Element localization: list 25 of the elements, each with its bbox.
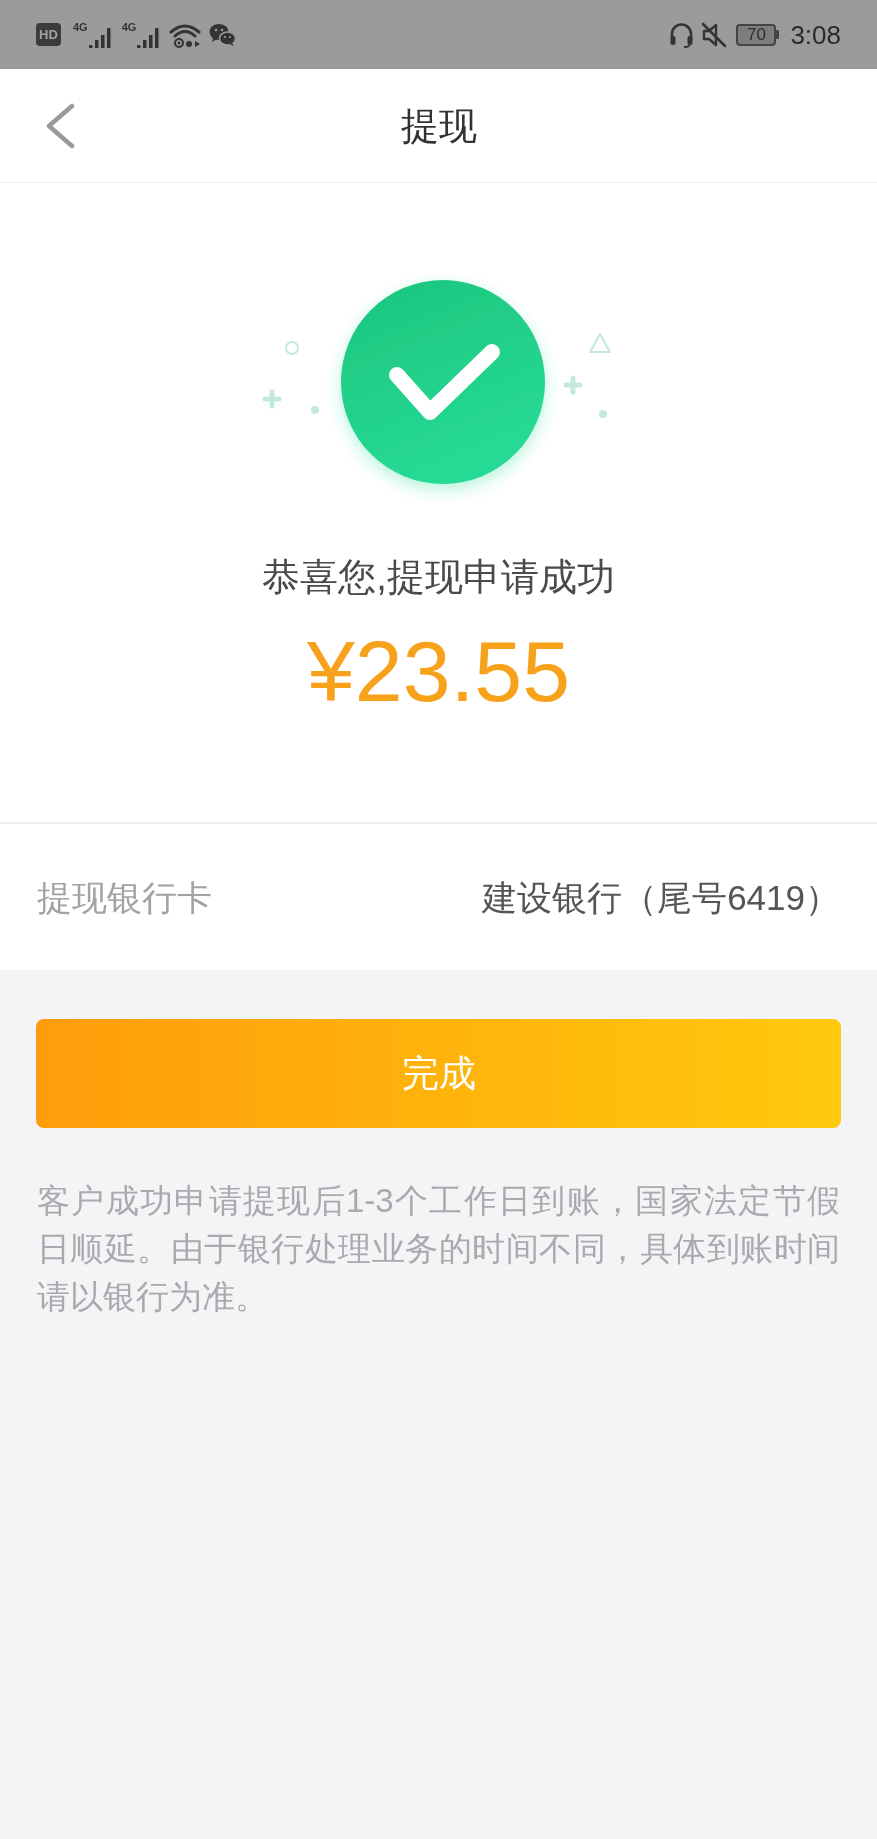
triangle-icon xyxy=(589,333,611,353)
hd-indicator: HD xyxy=(36,23,61,46)
dot-icon xyxy=(599,410,607,418)
success-message: 恭喜您,提现申请成功 xyxy=(262,555,615,600)
network-type-label: 4G xyxy=(73,21,88,33)
bank-card-value: 建设银行（尾号6419） xyxy=(482,879,840,915)
chat-bubbles-icon xyxy=(209,22,237,47)
network-type-label: 4G xyxy=(121,21,137,33)
withdrawal-amount: ¥23.55 xyxy=(306,628,570,714)
bank-card-label: 提现银行卡 xyxy=(37,879,212,915)
arrival-notice: 客户成功申请提现后1-3个工作日到账，国家法定节假日顺延。由于银行处理业务的时间不同，具体到账时间请以银行为准。 xyxy=(37,1181,840,1317)
headphones-icon xyxy=(669,21,695,48)
battery-percentage: 70 xyxy=(746,26,766,43)
plus-icon xyxy=(563,375,583,395)
clock-time: 3:08 xyxy=(790,21,841,48)
signal-bars-icon xyxy=(88,27,113,48)
dot-icon xyxy=(311,406,319,414)
muted-speaker-icon xyxy=(701,21,728,48)
plus-icon xyxy=(262,389,282,409)
page-title: 提现 xyxy=(400,106,477,145)
success-check-icon xyxy=(341,280,545,484)
done-button[interactable]: 完成 xyxy=(36,1019,841,1128)
back-icon[interactable] xyxy=(45,102,75,149)
signal-bars-icon xyxy=(137,27,162,48)
ring-icon xyxy=(285,341,299,355)
